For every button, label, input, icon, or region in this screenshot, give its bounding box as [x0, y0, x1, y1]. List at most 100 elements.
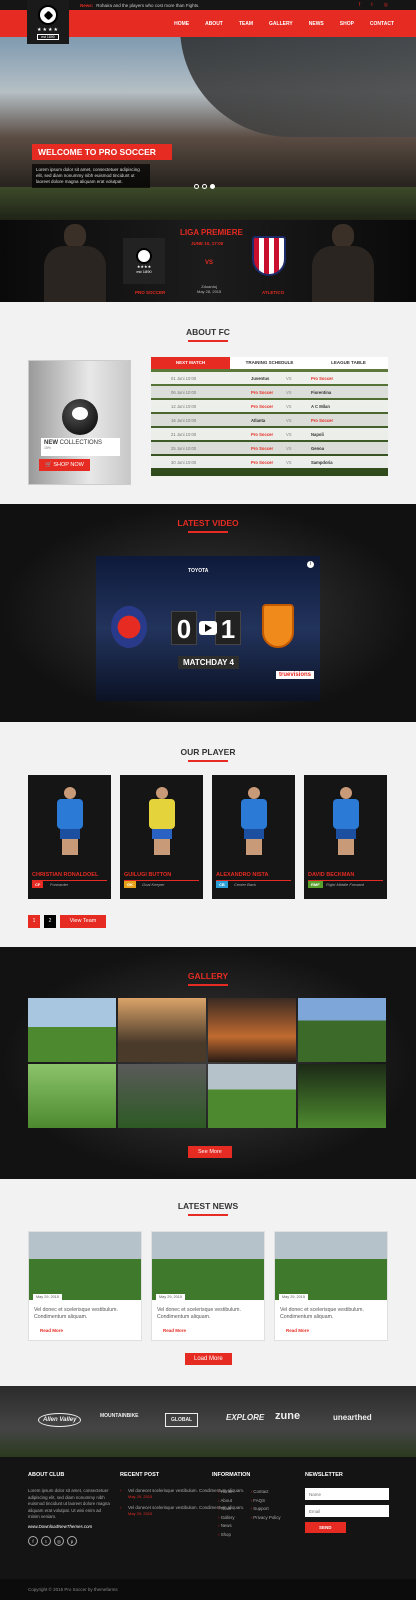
footer-site-link[interactable]: www.DownloadNewThemes.com — [28, 1524, 110, 1531]
sponsor-global[interactable]: GLOBAL — [165, 1413, 199, 1427]
twitter-icon[interactable]: t — [41, 1536, 51, 1546]
fixture-row[interactable]: 25 Juni 10:00 Pro Soccer VS Genoa — [151, 442, 388, 454]
news-date: May 29, 2015 — [156, 1294, 186, 1300]
player-name: CHRISTIAN RONALDOEL — [32, 872, 107, 881]
page-1-button[interactable]: 1 — [28, 915, 40, 928]
nav-item-home[interactable]: HOME — [166, 21, 197, 27]
fixture-row[interactable]: 16 Juni 10:00 Atlanta VS Pro Soccer — [151, 414, 388, 426]
footer-link-faqs[interactable]: FAQS — [251, 1497, 281, 1506]
video-player[interactable]: TOYOTA 0 1 MATCHDAY 4 truevisions i — [96, 556, 320, 701]
newsletter-send-button[interactable]: SEND — [305, 1522, 346, 1533]
new-collections-promo[interactable]: NEW COLLECTIONS 15% 🛒 SHOP NOW — [28, 360, 131, 485]
club-logo[interactable]: ★★★★ est 1890 — [27, 0, 69, 44]
gallery-image-field[interactable] — [28, 998, 116, 1062]
about-title: ABOUT FC — [0, 327, 416, 342]
sponsor-unearthed[interactable]: unearthed — [333, 1413, 372, 1422]
see-more-button[interactable]: See More — [188, 1146, 232, 1158]
gallery-image-match-action[interactable] — [28, 1064, 116, 1128]
footer-link-contact[interactable]: Contact — [251, 1488, 281, 1497]
copyright-bar: Copyright © 2015 Pro Soccer by themefarm… — [0, 1579, 416, 1600]
instagram-icon[interactable]: ◎ — [384, 2, 388, 8]
fixtures-table: 01 Juni 10:00 Juventus VS Pro Soccer 06 Juni… — [151, 369, 388, 476]
collection-box: NEW COLLECTIONS 15% — [41, 438, 120, 456]
player-position: Goal Keeper — [142, 882, 165, 887]
newsletter-email-input[interactable] — [305, 1505, 389, 1517]
nav-item-news[interactable]: NEWS — [301, 21, 332, 27]
footer-link-home[interactable]: Home — [218, 1488, 235, 1497]
sponsor-allen-valley[interactable]: Allen Valley — [38, 1413, 82, 1427]
view-team-button[interactable]: View Team — [60, 915, 106, 928]
sponsor-label: TOYOTA — [188, 568, 209, 574]
fixture-home: Pro Soccer — [251, 459, 274, 465]
news-ticker-text[interactable]: Rohaira and the players who cost more th… — [96, 3, 199, 8]
news-card: May 29, 2015 Vel donec et scelerisque ves… — [28, 1231, 142, 1341]
tab-next-match[interactable]: NEXT MATCH — [151, 357, 230, 369]
fixture-row[interactable]: 30 Juni 10:00 Pro Soccer VS Sampdoria — [151, 456, 388, 468]
score-home: 0 — [171, 611, 197, 645]
twitter-icon[interactable]: t — [371, 2, 372, 8]
nav-item-gallery[interactable]: GALLERY — [261, 21, 301, 27]
hero-slider: WELCOME TO PRO SOCCER Lorem ipsum dolor … — [0, 37, 416, 220]
gallery-image-players-run[interactable] — [208, 1064, 296, 1128]
footer-link-gallery[interactable]: Gallery — [218, 1514, 235, 1523]
footer-link-support[interactable]: Support — [251, 1505, 281, 1514]
gallery-image-tackle[interactable] — [298, 1064, 386, 1128]
gallery-title: GALLERY — [0, 971, 416, 986]
pinterest-icon[interactable]: p — [67, 1536, 77, 1546]
video-title: LATEST VIDEO — [0, 518, 416, 533]
news-image[interactable] — [275, 1232, 387, 1300]
sponsor-mountainbike[interactable]: MOUNTAINBIKE — [100, 1413, 139, 1419]
gallery-image-crowd[interactable] — [118, 1064, 206, 1128]
nav-item-about[interactable]: ABOUT — [197, 21, 231, 27]
nav-item-contact[interactable]: CONTACT — [362, 21, 402, 27]
sponsor-zune[interactable]: zune — [275, 1410, 300, 1422]
slider-dot-1[interactable] — [194, 184, 199, 189]
club-ball-image — [62, 399, 98, 435]
player-card[interactable]: CHRISTIAN RONALDOEL CF Forwarder — [28, 775, 111, 899]
sponsor-explore[interactable]: EXPLORE — [226, 1413, 264, 1422]
load-more-button[interactable]: Load More — [185, 1353, 232, 1365]
footer-link-news[interactable]: News — [218, 1522, 235, 1531]
news-image[interactable] — [29, 1232, 141, 1300]
player-card[interactable]: DAVID BECKMAN RMF Right Middle Forward — [304, 775, 387, 899]
page-2-button[interactable]: 2 — [44, 915, 56, 928]
newsletter-name-input[interactable] — [305, 1488, 389, 1500]
gallery-section: GALLERY See More — [0, 947, 416, 1179]
gallery-image-silhouette[interactable] — [118, 998, 206, 1062]
stadium-pitch — [0, 187, 416, 220]
tab-training-schedule[interactable]: TRAINING SCHEDULE — [230, 357, 309, 369]
fixture-row[interactable]: 01 Juni 10:00 Juventus VS Pro Soccer — [151, 372, 388, 384]
footer-link-privacy-policy[interactable]: Privacy Policy — [251, 1514, 280, 1523]
facebook-icon[interactable]: f — [359, 2, 360, 8]
fixture-row[interactable]: 21 Juni 10:00 Pro Soccer VS Napoli — [151, 428, 388, 440]
player-photo — [54, 787, 86, 855]
footer-link-about[interactable]: About — [218, 1497, 235, 1506]
footer-about-title: ABOUT CLUB — [28, 1472, 65, 1478]
slider-dot-2[interactable] — [202, 184, 207, 189]
read-more-link[interactable]: Read More — [40, 1328, 63, 1333]
news-image[interactable] — [152, 1232, 264, 1300]
read-more-link[interactable]: Read More — [163, 1328, 186, 1333]
facebook-icon[interactable]: f — [28, 1536, 38, 1546]
fixture-row[interactable]: 06 Juni 10:00 Pro Soccer VS Fiorentina — [151, 386, 388, 398]
tab-league-table[interactable]: LEAGUE TABLE — [309, 357, 388, 369]
footer-link-shop[interactable]: Shop — [218, 1531, 235, 1540]
player-card[interactable]: ALEXANDRO NISTA CB Center Back — [212, 775, 295, 899]
info-icon[interactable]: i — [307, 561, 314, 568]
nav-item-shop[interactable]: SHOP — [332, 21, 362, 27]
logo-stars: ★★★★ — [37, 26, 59, 33]
player-card[interactable]: GUILUGI BUTTON GK Goal Keeper — [120, 775, 203, 899]
gallery-image-sunset-ball[interactable] — [208, 998, 296, 1062]
nav-item-team[interactable]: TEAM — [231, 21, 261, 27]
footer-link-team[interactable]: Team — [218, 1505, 235, 1514]
gallery-image-team-huddle[interactable] — [298, 998, 386, 1062]
fixture-row[interactable]: 12 Juni 10:00 Pro Soccer VS A C Milan — [151, 400, 388, 412]
instagram-icon[interactable]: ◎ — [54, 1536, 64, 1546]
latest-news-section: LATEST NEWS May 29, 2015 Vel donec et sce… — [0, 1179, 416, 1386]
fixture-vs: VS — [286, 375, 292, 381]
fixture-home: Juventus — [251, 375, 270, 381]
read-more-link[interactable]: Read More — [286, 1328, 309, 1333]
play-icon[interactable] — [199, 621, 217, 635]
shop-now-button[interactable]: 🛒 SHOP NOW — [39, 459, 90, 471]
slider-dot-3[interactable] — [210, 184, 215, 189]
